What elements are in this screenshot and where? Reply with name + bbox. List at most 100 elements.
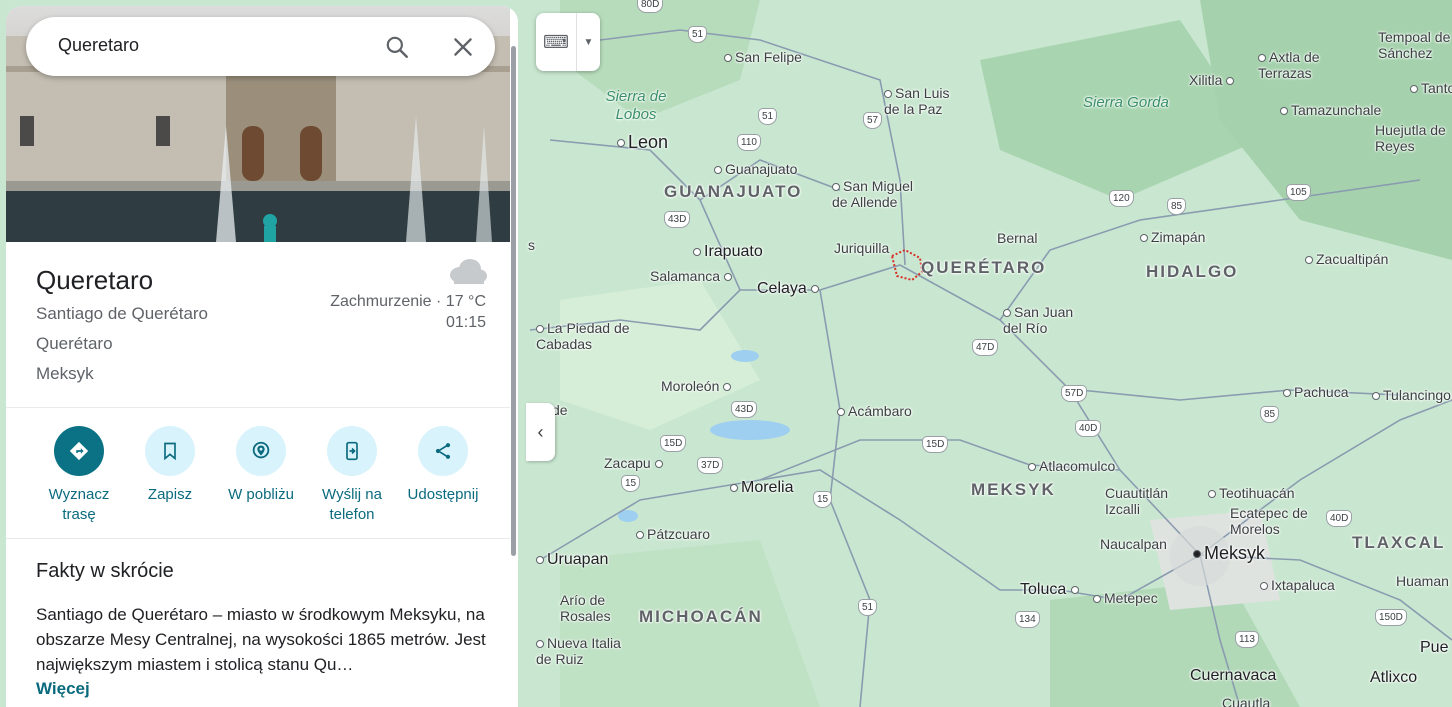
- nearby-button[interactable]: W pobliżu: [216, 426, 306, 505]
- facts-description: Santiago de Querétaro – miasto w środkow…: [36, 605, 486, 674]
- place-panel: Queretaro Santiago de Querétaro Querétar…: [6, 6, 518, 707]
- road-shield: 80D: [637, 0, 664, 13]
- town-label[interactable]: Juriquilla: [834, 240, 889, 256]
- road-shield: 85: [1167, 198, 1187, 215]
- keyboard-icon: ⌨: [543, 31, 569, 52]
- address-line: Santiago de Querétaro: [36, 304, 209, 323]
- road-shield: 51: [758, 108, 778, 125]
- city-label[interactable]: Pue: [1420, 640, 1448, 656]
- town-label[interactable]: Pachuca: [1283, 384, 1348, 400]
- city-label[interactable]: Leon: [617, 133, 668, 151]
- town-label[interactable]: Teotihuacán: [1208, 485, 1295, 501]
- town-label[interactable]: Salamanca: [650, 268, 735, 284]
- road-shield: 113: [1235, 631, 1259, 648]
- town-label[interactable]: Zacapu: [604, 455, 666, 471]
- divider: [6, 407, 510, 408]
- town-label[interactable]: San Miguel de Allende: [832, 178, 922, 210]
- town-label[interactable]: Huaman: [1396, 573, 1449, 589]
- town-label[interactable]: Tamazunchale: [1280, 102, 1381, 118]
- city-label[interactable]: Celaya: [757, 281, 822, 297]
- divider: [6, 538, 510, 539]
- road-shield: 15D: [922, 436, 949, 453]
- town-label[interactable]: La Piedad de Cabadas: [536, 320, 636, 352]
- road-shield: 40D: [1326, 510, 1353, 527]
- town-label[interactable]: Bernal: [997, 230, 1037, 246]
- road-shield: 150D: [1375, 609, 1407, 626]
- address-line: Meksyk: [36, 364, 94, 383]
- nature-label: Sierra de Lobos: [605, 88, 667, 123]
- address-line: Querétaro: [36, 334, 113, 353]
- town-label[interactable]: San Juan del Río: [1003, 304, 1083, 336]
- facts-heading: Fakty w skrócie: [36, 560, 174, 582]
- city-label[interactable]: Morelia: [730, 480, 793, 496]
- road-shield: 51: [688, 26, 708, 43]
- town-label[interactable]: Cuautitlán Izcalli: [1105, 485, 1185, 517]
- road-shield: 85: [1260, 406, 1280, 423]
- region-label: TLAXCAL: [1352, 533, 1446, 552]
- town-label[interactable]: Acámbaro: [837, 403, 912, 419]
- town-label[interactable]: Tempoal de Sánchez: [1378, 29, 1452, 61]
- city-label[interactable]: Uruapan: [536, 552, 608, 568]
- share-button[interactable]: Udostępnij: [398, 426, 488, 505]
- town-label[interactable]: Xilitla: [1189, 72, 1237, 88]
- save-button[interactable]: Zapisz: [125, 426, 215, 505]
- road-shield: 51: [858, 599, 878, 616]
- send-to-phone-icon: [346, 441, 358, 461]
- city-label[interactable]: Cuernavaca: [1190, 668, 1276, 684]
- town-label[interactable]: Naucalpan: [1100, 536, 1167, 552]
- road-shield: 120: [1109, 190, 1134, 207]
- nearby-icon: [252, 441, 270, 459]
- road-shield: 43D: [664, 211, 691, 228]
- town-label[interactable]: Zacualtipán: [1305, 251, 1388, 267]
- search-box[interactable]: [26, 17, 495, 76]
- more-link[interactable]: Więcej: [36, 679, 90, 699]
- action-label: Zapisz: [147, 486, 193, 503]
- road-shield: 15: [813, 491, 833, 508]
- town-label[interactable]: Nueva Italia de Ruiz: [536, 635, 626, 667]
- town-label[interactable]: San Luis de la Paz: [884, 85, 964, 117]
- region-label: HIDALGO: [1146, 262, 1239, 281]
- town-label[interactable]: Atlacomulco: [1028, 458, 1115, 474]
- city-label[interactable]: Irapuato: [693, 244, 763, 260]
- town-label[interactable]: Cuautla: [1222, 695, 1270, 707]
- action-label: Wyznacz trasę: [48, 486, 110, 523]
- road-shield: 15: [621, 475, 641, 492]
- town-label[interactable]: Pátzcuaro: [636, 526, 710, 542]
- collapse-panel-button[interactable]: ‹: [526, 403, 555, 461]
- send-to-phone-button[interactable]: Wyślij na telefon: [307, 426, 397, 525]
- town-label[interactable]: Metepec: [1093, 590, 1158, 606]
- capital-label[interactable]: Meksyk: [1193, 544, 1265, 562]
- directions-button[interactable]: Wyznacz trasę: [34, 426, 124, 525]
- town-label[interactable]: Guanajuato: [714, 161, 797, 177]
- weather-description: Zachmurzenie · 17 °C: [330, 293, 486, 310]
- bookmark-icon: [164, 442, 176, 461]
- town-label[interactable]: Axtla de Terrazas: [1258, 49, 1338, 81]
- search-input[interactable]: [56, 34, 380, 57]
- town-label[interactable]: s: [528, 237, 535, 253]
- city-label[interactable]: Toluca: [1020, 582, 1082, 598]
- town-label[interactable]: Tanto: [1410, 80, 1452, 96]
- town-label[interactable]: Arío de Rosales: [560, 592, 620, 624]
- local-time: 01:15: [445, 314, 486, 331]
- town-label[interactable]: Tulancingo: [1372, 387, 1451, 403]
- town-label[interactable]: Huejutla de Reyes: [1375, 122, 1452, 154]
- road-shield: 105: [1286, 184, 1311, 201]
- road-shield: 57: [863, 112, 883, 129]
- town-label[interactable]: Ixtapaluca: [1260, 577, 1335, 593]
- keyboard-shortcuts-button[interactable]: ⌨ ▼: [536, 13, 600, 71]
- city-label[interactable]: Atlixco: [1370, 670, 1417, 686]
- town-label[interactable]: San Felipe: [724, 49, 802, 65]
- region-label: MICHOACÁN: [639, 607, 763, 626]
- dropdown-arrow-icon: ▼: [583, 36, 594, 48]
- panel-scrollbar[interactable]: [511, 46, 516, 556]
- search-icon[interactable]: [384, 34, 410, 60]
- close-icon[interactable]: [450, 34, 476, 60]
- cloud-icon: [450, 259, 487, 284]
- town-label[interactable]: Zimapán: [1140, 229, 1205, 245]
- directions-icon: [69, 441, 89, 461]
- nature-label: Sierra Gorda: [1083, 94, 1169, 111]
- town-label[interactable]: Ecatepec de Morelos: [1230, 505, 1310, 537]
- road-shield: 110: [737, 134, 761, 151]
- road-shield: 15D: [660, 435, 687, 452]
- town-label[interactable]: Moroleón: [661, 378, 734, 394]
